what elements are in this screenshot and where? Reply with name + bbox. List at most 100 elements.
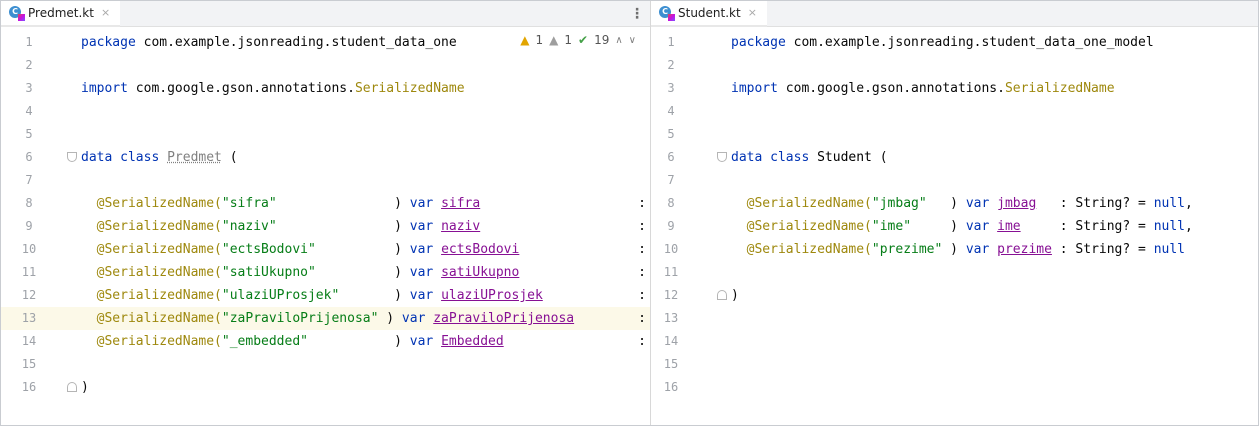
- inspection-widget[interactable]: ▲ 1 ▲ 1 ✔ 19 ∧ ∨: [516, 33, 636, 47]
- code-token: SerializedName: [1004, 81, 1115, 96]
- code-token: var: [409, 196, 442, 211]
- code-line[interactable]: 5: [1, 123, 650, 146]
- code-line[interactable]: 16: [651, 376, 1258, 399]
- fold-marker-icon[interactable]: [717, 290, 727, 300]
- code-line[interactable]: 14 @SerializedName("_embedded" ) var Emb…: [1, 330, 650, 353]
- line-number: 7: [25, 173, 33, 187]
- code-text: @SerializedName("_embedded" ) var Embedd…: [81, 330, 504, 353]
- code-token: sifra: [441, 196, 481, 211]
- code-line[interactable]: 2: [651, 54, 1258, 77]
- code-line[interactable]: 9 @SerializedName("ime" ) var ime : Stri…: [651, 215, 1258, 238]
- code-token: package: [731, 35, 794, 50]
- code-editor-right[interactable]: 1 package com.example.jsonreading.student…: [651, 27, 1258, 425]
- code-token: null: [1153, 196, 1185, 211]
- line-number: 16: [21, 380, 37, 394]
- editor-pane-left: C Predmet.kt × ⋮ 1 package com.example.js…: [1, 1, 651, 425]
- code-line[interactable]: 15: [1, 353, 650, 376]
- code-line[interactable]: 14: [651, 330, 1258, 353]
- ide-window: C Predmet.kt × ⋮ 1 package com.example.js…: [0, 0, 1259, 426]
- code-token: ): [386, 265, 410, 280]
- line-number: 9: [25, 219, 33, 233]
- fold-marker-icon[interactable]: [67, 152, 77, 162]
- code-line[interactable]: 13 @SerializedName("zaPraviloPrijenosa" …: [1, 307, 650, 330]
- code-token: ): [942, 196, 966, 211]
- code-line[interactable]: 6 data class Student (: [651, 146, 1258, 169]
- code-line[interactable]: 8 @SerializedName("jmbag" ) var jmbag : …: [651, 192, 1258, 215]
- code-line[interactable]: 15: [651, 353, 1258, 376]
- code-line[interactable]: 12 @SerializedName("ulaziUProsjek" ) var…: [1, 284, 650, 307]
- code-line[interactable]: 10 @SerializedName("ectsBodovi" ) var ec…: [1, 238, 650, 261]
- code-token: : String? =: [1036, 196, 1154, 211]
- code-text: @SerializedName("zaPraviloPrijenosa" ) v…: [81, 307, 574, 330]
- code-line[interactable]: 5: [651, 123, 1258, 146]
- code-token: (: [221, 150, 238, 165]
- warning-icon: ▲: [520, 33, 530, 47]
- code-line[interactable]: 11 @SerializedName("satiUkupno" ) var sa…: [1, 261, 650, 284]
- code-line[interactable]: 8 @SerializedName("sifra" ) var sifra:: [1, 192, 650, 215]
- code-token: var: [409, 265, 442, 280]
- code-text: @SerializedName("jmbag" ) var jmbag : St…: [731, 192, 1193, 215]
- code-text: @SerializedName("prezime" ) var prezime …: [731, 238, 1185, 261]
- code-line[interactable]: 7: [1, 169, 650, 192]
- code-token: import: [731, 81, 786, 96]
- line-number: 4: [667, 104, 675, 118]
- code-token: null: [1153, 242, 1185, 257]
- fold-marker-icon[interactable]: [717, 152, 727, 162]
- code-line[interactable]: 3 import com.google.gson.annotations.Seri…: [651, 77, 1258, 100]
- code-line[interactable]: 7: [651, 169, 1258, 192]
- tab-predmet[interactable]: C Predmet.kt ×: [1, 1, 121, 27]
- code-line[interactable]: 12): [651, 284, 1258, 307]
- line-number: 12: [663, 288, 679, 302]
- code-token: Embedded: [441, 334, 504, 349]
- more-options-icon[interactable]: ⋮: [630, 6, 644, 22]
- code-token: var: [401, 311, 434, 326]
- code-token: import: [81, 81, 136, 96]
- code-line[interactable]: 16): [1, 376, 650, 399]
- code-line[interactable]: 4: [651, 100, 1258, 123]
- tab-label: Student.kt: [678, 5, 741, 20]
- code-token: : String? =: [1051, 242, 1154, 257]
- code-line[interactable]: 6 data class Predmet (: [1, 146, 650, 169]
- fold-marker-icon[interactable]: [67, 382, 77, 392]
- code-token: @SerializedName(: [96, 288, 222, 303]
- line-number: 5: [667, 127, 675, 141]
- code-token: data class: [731, 150, 818, 165]
- code-token: ): [731, 288, 739, 303]
- code-line[interactable]: 2: [1, 54, 650, 77]
- close-icon[interactable]: ×: [101, 6, 110, 19]
- chevron-up-icon[interactable]: ∧: [615, 35, 622, 46]
- code-line[interactable]: 13: [651, 307, 1258, 330]
- code-token: ): [81, 380, 89, 395]
- code-line[interactable]: 3 import com.google.gson.annotations.Seri…: [1, 77, 650, 100]
- line-number: 8: [667, 196, 675, 210]
- tab-student[interactable]: C Student.kt ×: [651, 1, 767, 27]
- code-line[interactable]: 11: [651, 261, 1258, 284]
- truncated-colon: :: [638, 334, 646, 349]
- code-token: com.google.gson.annotations.: [785, 81, 1005, 96]
- code-token: ulaziUProsjek: [441, 288, 543, 303]
- code-line[interactable]: 4: [1, 100, 650, 123]
- code-editor-left[interactable]: 1 package com.example.jsonreading.student…: [1, 27, 650, 425]
- code-token: Predmet: [167, 150, 222, 165]
- line-number: 2: [25, 58, 33, 72]
- code-text: ): [731, 284, 739, 307]
- code-token: var: [409, 288, 442, 303]
- chevron-down-icon[interactable]: ∨: [629, 35, 636, 46]
- close-icon[interactable]: ×: [748, 6, 757, 19]
- truncated-colon: :: [638, 219, 646, 234]
- code-line[interactable]: 10 @SerializedName("prezime" ) var prezi…: [651, 238, 1258, 261]
- code-text: ): [81, 376, 89, 399]
- code-token: ectsBodovi: [441, 242, 520, 257]
- truncated-colon: :: [638, 311, 646, 326]
- code-line[interactable]: 1 package com.example.jsonreading.student…: [651, 31, 1258, 54]
- code-line[interactable]: 9 @SerializedName("naziv" ) var naziv:: [1, 215, 650, 238]
- code-token: zaPraviloPrijenosa: [433, 311, 575, 326]
- line-number: 3: [667, 81, 675, 95]
